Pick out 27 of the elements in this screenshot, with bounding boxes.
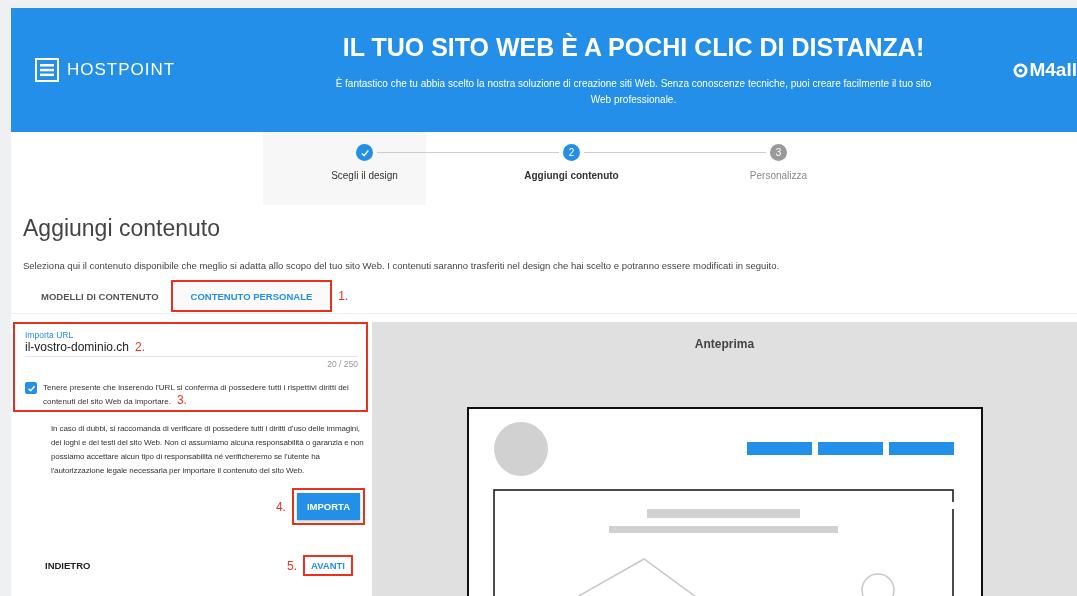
partner-logo-text: M4all bbox=[1029, 59, 1077, 81]
preview-title: Anteprima bbox=[694, 337, 755, 351]
field-label: Importa URL bbox=[25, 330, 75, 340]
url-input-field[interactable]: Importa URL il-vostro-dominio.ch 2. bbox=[25, 330, 358, 357]
field-value: il-vostro-dominio.ch bbox=[25, 340, 130, 354]
annotation-number: 2. bbox=[135, 340, 146, 354]
step-label[interactable]: Aggiungi contenuto bbox=[524, 170, 619, 181]
partner-logo-icon bbox=[1013, 62, 1029, 78]
banner-subtitle: È fantastico che tu abbia scelto la nostra soluzione di creazione siti Web. Senza conoscenze tecniche, puoi creare facilmente il tuo sito Web professionale. bbox=[334, 76, 933, 107]
page-title: Aggiungi contenuto bbox=[11, 205, 1077, 242]
consent-checkbox[interactable] bbox=[25, 382, 37, 394]
banner-title: IL TUO SITO WEB È A POCHI CLIC DI DISTANZA! bbox=[341, 32, 926, 62]
back-button[interactable]: INDIETRO bbox=[39, 556, 97, 575]
character-counter: 20 / 250 bbox=[326, 359, 358, 369]
description-text: Seleziona qui il contenuto disponibile che meglio si adatta allo scopo del tuo sito Web. I contenuti saranno trasferiti nel design che hai scelto e potranno essere modificati in seguito. bbox=[11, 242, 1077, 279]
annotation-number: 5. bbox=[287, 558, 298, 573]
content-tab[interactable]: MODELLI DI CONTENUTO bbox=[29, 280, 171, 312]
step-label[interactable]: Personalizza bbox=[749, 170, 808, 181]
step-indicator: 3 bbox=[770, 144, 787, 161]
disclaimer-text: In caso di dubbi, si raccomanda di verificare di possedere tutti i diritti d'uso delle immagini, dei loghi e dei testi del sito Web. Non ci assumiamo alcuna responsabilità o garanzia e non possiamo accettare alcun tipo di responsabilità né verificheremo se l'utente ha l'autorizzazione legale necessaria per importare il contenuto del sito Web. bbox=[51, 423, 365, 477]
step-label[interactable]: Scegli il design bbox=[331, 170, 398, 181]
logo-icon bbox=[35, 58, 59, 82]
consent-text: Tenere presente che inserendo l'URL si conferma di possedere tutti i rispettivi diritti dei contenuti del sito Web da importare. 3. bbox=[43, 382, 350, 408]
step-indicator: 2 bbox=[563, 144, 580, 161]
annotation-number: 4. bbox=[275, 499, 286, 514]
brand-logo-text: HOSTPOINT bbox=[67, 60, 176, 80]
annotation-number: 1. bbox=[338, 289, 349, 303]
